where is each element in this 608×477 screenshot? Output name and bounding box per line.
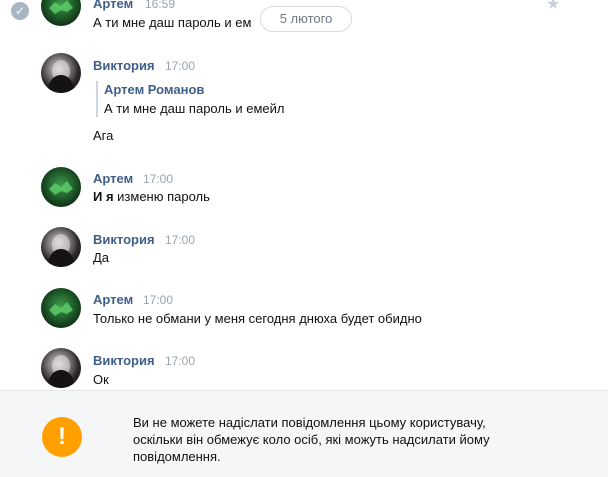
message-author[interactable]: Артем bbox=[93, 171, 133, 186]
quote-author[interactable]: Артем Романов bbox=[104, 82, 204, 97]
avatar[interactable] bbox=[41, 53, 81, 93]
message-text-bold: И я bbox=[93, 189, 114, 204]
check-icon[interactable]: ✓ bbox=[11, 2, 29, 20]
message-text: Да bbox=[93, 250, 110, 265]
blocked-notice-line: оскільки він обмежує коло осіб, які можу… bbox=[133, 432, 490, 447]
quote-bar bbox=[96, 81, 98, 117]
message-time[interactable]: 16:59 bbox=[145, 0, 175, 11]
message-author[interactable]: Артем bbox=[93, 0, 133, 11]
message-author[interactable]: Виктория bbox=[93, 353, 155, 368]
message-text: Только не обмани у меня сегодня днюха бу… bbox=[93, 311, 422, 326]
message-time[interactable]: 17:00 bbox=[165, 233, 195, 247]
star-icon[interactable]: ★ bbox=[546, 0, 560, 14]
message-text: Ага bbox=[93, 128, 114, 143]
message-time[interactable]: 17:00 bbox=[165, 59, 195, 73]
message-author[interactable]: Виктория bbox=[93, 232, 155, 247]
message-history: ✓ Артем 16:59 А ти мне даш пароль и ем ★… bbox=[0, 0, 608, 390]
message-text: Ок bbox=[93, 372, 109, 387]
message-text: И я изменю пароль bbox=[93, 189, 210, 204]
message-author[interactable]: Артем bbox=[93, 292, 133, 307]
message-text: А ти мне даш пароль и ем bbox=[93, 15, 252, 30]
warning-icon: ! bbox=[42, 417, 82, 457]
message-text-rest: изменю пароль bbox=[117, 189, 210, 204]
message-time[interactable]: 17:00 bbox=[143, 293, 173, 307]
quote-text: А ти мне даш пароль и емейл bbox=[104, 101, 285, 116]
message-time[interactable]: 17:00 bbox=[165, 354, 195, 368]
avatar[interactable] bbox=[41, 227, 81, 267]
message-author[interactable]: Виктория bbox=[93, 58, 155, 73]
avatar[interactable] bbox=[41, 288, 81, 328]
blocked-notice-text: Ви не можете надіслати повідомлення цьом… bbox=[133, 414, 553, 465]
date-divider: 5 лютого bbox=[260, 6, 352, 32]
blocked-notice-line: Ви не можете надіслати повідомлення цьом… bbox=[133, 415, 486, 430]
avatar[interactable] bbox=[41, 0, 81, 26]
message-time[interactable]: 17:00 bbox=[143, 172, 173, 186]
blocked-notice: ! Ви не можете надіслати повідомлення ць… bbox=[0, 390, 608, 477]
avatar[interactable] bbox=[41, 167, 81, 207]
blocked-notice-line: повідомлення. bbox=[133, 449, 221, 464]
avatar[interactable] bbox=[41, 348, 81, 388]
